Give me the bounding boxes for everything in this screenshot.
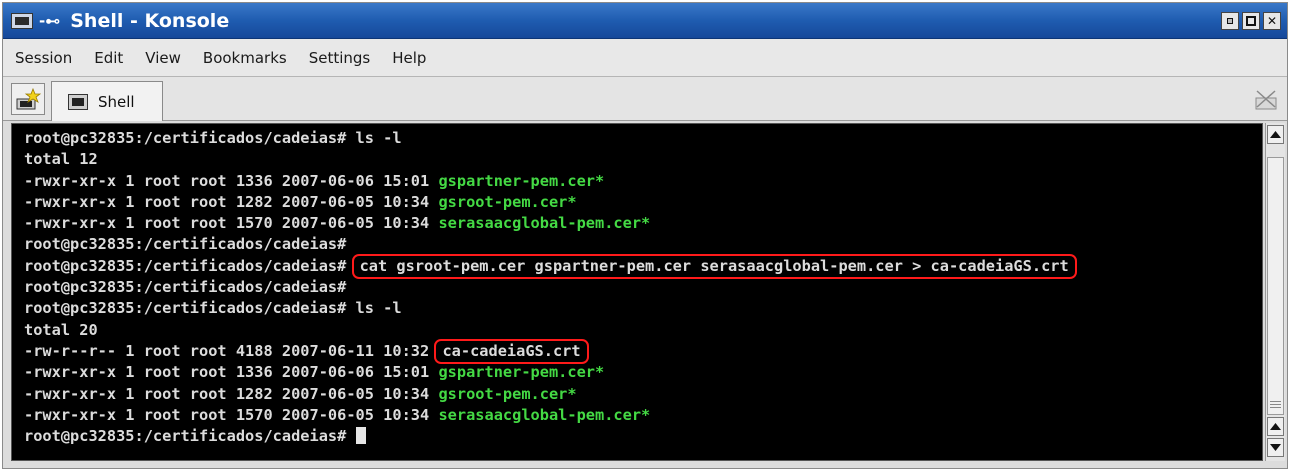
terminal-line: total 12 [24, 149, 1262, 170]
close-icon: ✕ [1266, 14, 1278, 28]
terminal-line: root@pc32835:/certificados/cadeias# ls -… [24, 128, 1262, 149]
shell-command: cat gsroot-pem.cer gspartner-pem.cer ser… [351, 253, 1077, 279]
vertical-scrollbar[interactable] [1265, 123, 1285, 461]
terminal-icon [68, 93, 88, 110]
close-session-icon [1255, 90, 1277, 110]
output-text: total 12 [24, 150, 98, 169]
terminal-line: -rwxr-xr-x 1 root root 1336 2007-06-06 1… [24, 171, 1262, 192]
terminal-line: -rwxr-xr-x 1 root root 1282 2007-06-05 1… [24, 192, 1262, 213]
terminal-output[interactable]: root@pc32835:/certificados/cadeias# ls -… [11, 123, 1263, 461]
output-text: total 20 [24, 320, 98, 339]
shell-prompt: root@pc32835:/certificados/cadeias# [24, 129, 347, 147]
terminal-line: root@pc32835:/certificados/cadeias# cat … [24, 253, 1262, 279]
title-bar[interactable]: -⊷ Shell - Konsole ✕ [3, 3, 1287, 39]
text-cursor [355, 427, 366, 445]
file-name: serasaacglobal-pem.cer* [438, 405, 651, 424]
file-name: gsroot-pem.cer* [438, 192, 577, 211]
terminal-line: -rwxr-xr-x 1 root root 1336 2007-06-06 1… [24, 362, 1262, 383]
scroll-up-button[interactable] [1267, 125, 1284, 144]
window-menu-icon[interactable] [11, 12, 33, 29]
arrow-up-icon [1270, 423, 1281, 430]
terminal-line: -rwxr-xr-x 1 root root 1570 2007-06-05 1… [24, 213, 1262, 234]
menu-session[interactable]: Session [15, 49, 72, 67]
tab-shell[interactable]: Shell [51, 81, 163, 121]
scroll-thumb[interactable] [1267, 157, 1284, 415]
file-meta: -rwxr-xr-x 1 root root 1336 2007-06-06 1… [24, 363, 439, 382]
shell-command [346, 427, 355, 445]
minimize-icon [1227, 18, 1233, 24]
scroll-down-button[interactable] [1267, 438, 1284, 457]
file-name: serasaacglobal-pem.cer* [438, 214, 651, 233]
tab-bar: Shell [3, 77, 1287, 121]
menu-help[interactable]: Help [392, 49, 426, 67]
pin-icon[interactable]: -⊷ [39, 12, 60, 30]
window-title: Shell - Konsole [70, 9, 230, 32]
file-meta: -rwxr-xr-x 1 root root 1336 2007-06-06 1… [24, 171, 439, 190]
minimize-button[interactable] [1221, 12, 1239, 30]
menu-settings[interactable]: Settings [309, 49, 371, 67]
new-session-button[interactable] [11, 83, 45, 115]
scroll-up-button-lower[interactable] [1267, 417, 1284, 436]
terminal-line: root@pc32835:/certificados/cadeias# ls -… [24, 298, 1262, 319]
new-session-icon [16, 87, 41, 110]
file-meta: -rwxr-xr-x 1 root root 1282 2007-06-05 1… [24, 384, 439, 403]
shell-command: ls -l [346, 299, 402, 318]
close-session-button[interactable] [1251, 85, 1281, 113]
terminal-line: -rwxr-xr-x 1 root root 1570 2007-06-05 1… [24, 405, 1262, 426]
terminal-line: root@pc32835:/certificados/cadeias# [24, 277, 1262, 298]
file-name: ca-cadeiaGS.crt [434, 338, 589, 364]
shell-prompt: root@pc32835:/certificados/cadeias# [24, 256, 347, 275]
file-meta: -rwxr-xr-x 1 root root 1570 2007-06-05 1… [24, 214, 439, 233]
file-name: gspartner-pem.cer* [438, 363, 605, 382]
file-meta: -rw-r--r-- 1 root root 4188 2007-06-11 1… [24, 341, 439, 360]
terminal-line: root@pc32835:/certificados/cadeias# [24, 426, 1262, 447]
file-meta: -rwxr-xr-x 1 root root 1570 2007-06-05 1… [24, 405, 439, 424]
maximize-icon [1246, 16, 1256, 26]
konsole-window: -⊷ Shell - Konsole ✕ Session Edit View B… [2, 2, 1288, 469]
menu-view[interactable]: View [145, 49, 181, 67]
arrow-down-icon [1270, 444, 1281, 451]
terminal-line: -rwxr-xr-x 1 root root 1282 2007-06-05 1… [24, 384, 1262, 405]
close-button[interactable]: ✕ [1263, 12, 1281, 30]
shell-prompt: root@pc32835:/certificados/cadeias# [24, 427, 347, 446]
menu-bookmarks[interactable]: Bookmarks [203, 49, 287, 67]
arrow-up-icon [1270, 131, 1281, 138]
file-name: gspartner-pem.cer* [438, 171, 605, 190]
terminal-line: root@pc32835:/certificados/cadeias# [24, 234, 1262, 255]
terminal-line: -rw-r--r-- 1 root root 4188 2007-06-11 1… [24, 338, 1262, 364]
file-name: gsroot-pem.cer* [438, 384, 577, 403]
shell-prompt: root@pc32835:/certificados/cadeias# [24, 299, 347, 318]
terminal-line: total 20 [24, 320, 1262, 341]
menu-edit[interactable]: Edit [94, 49, 123, 67]
maximize-button[interactable] [1242, 12, 1260, 30]
window-controls: ✕ [1221, 12, 1281, 30]
shell-command: ls -l [346, 129, 402, 147]
file-meta: -rwxr-xr-x 1 root root 1282 2007-06-05 1… [24, 192, 439, 211]
tab-shell-label: Shell [98, 92, 135, 111]
shell-prompt: root@pc32835:/certificados/cadeias# [24, 278, 347, 297]
shell-prompt: root@pc32835:/certificados/cadeias# [24, 235, 347, 254]
scroll-grip-icon [1267, 395, 1284, 413]
menu-bar: Session Edit View Bookmarks Settings Hel… [3, 39, 1287, 77]
